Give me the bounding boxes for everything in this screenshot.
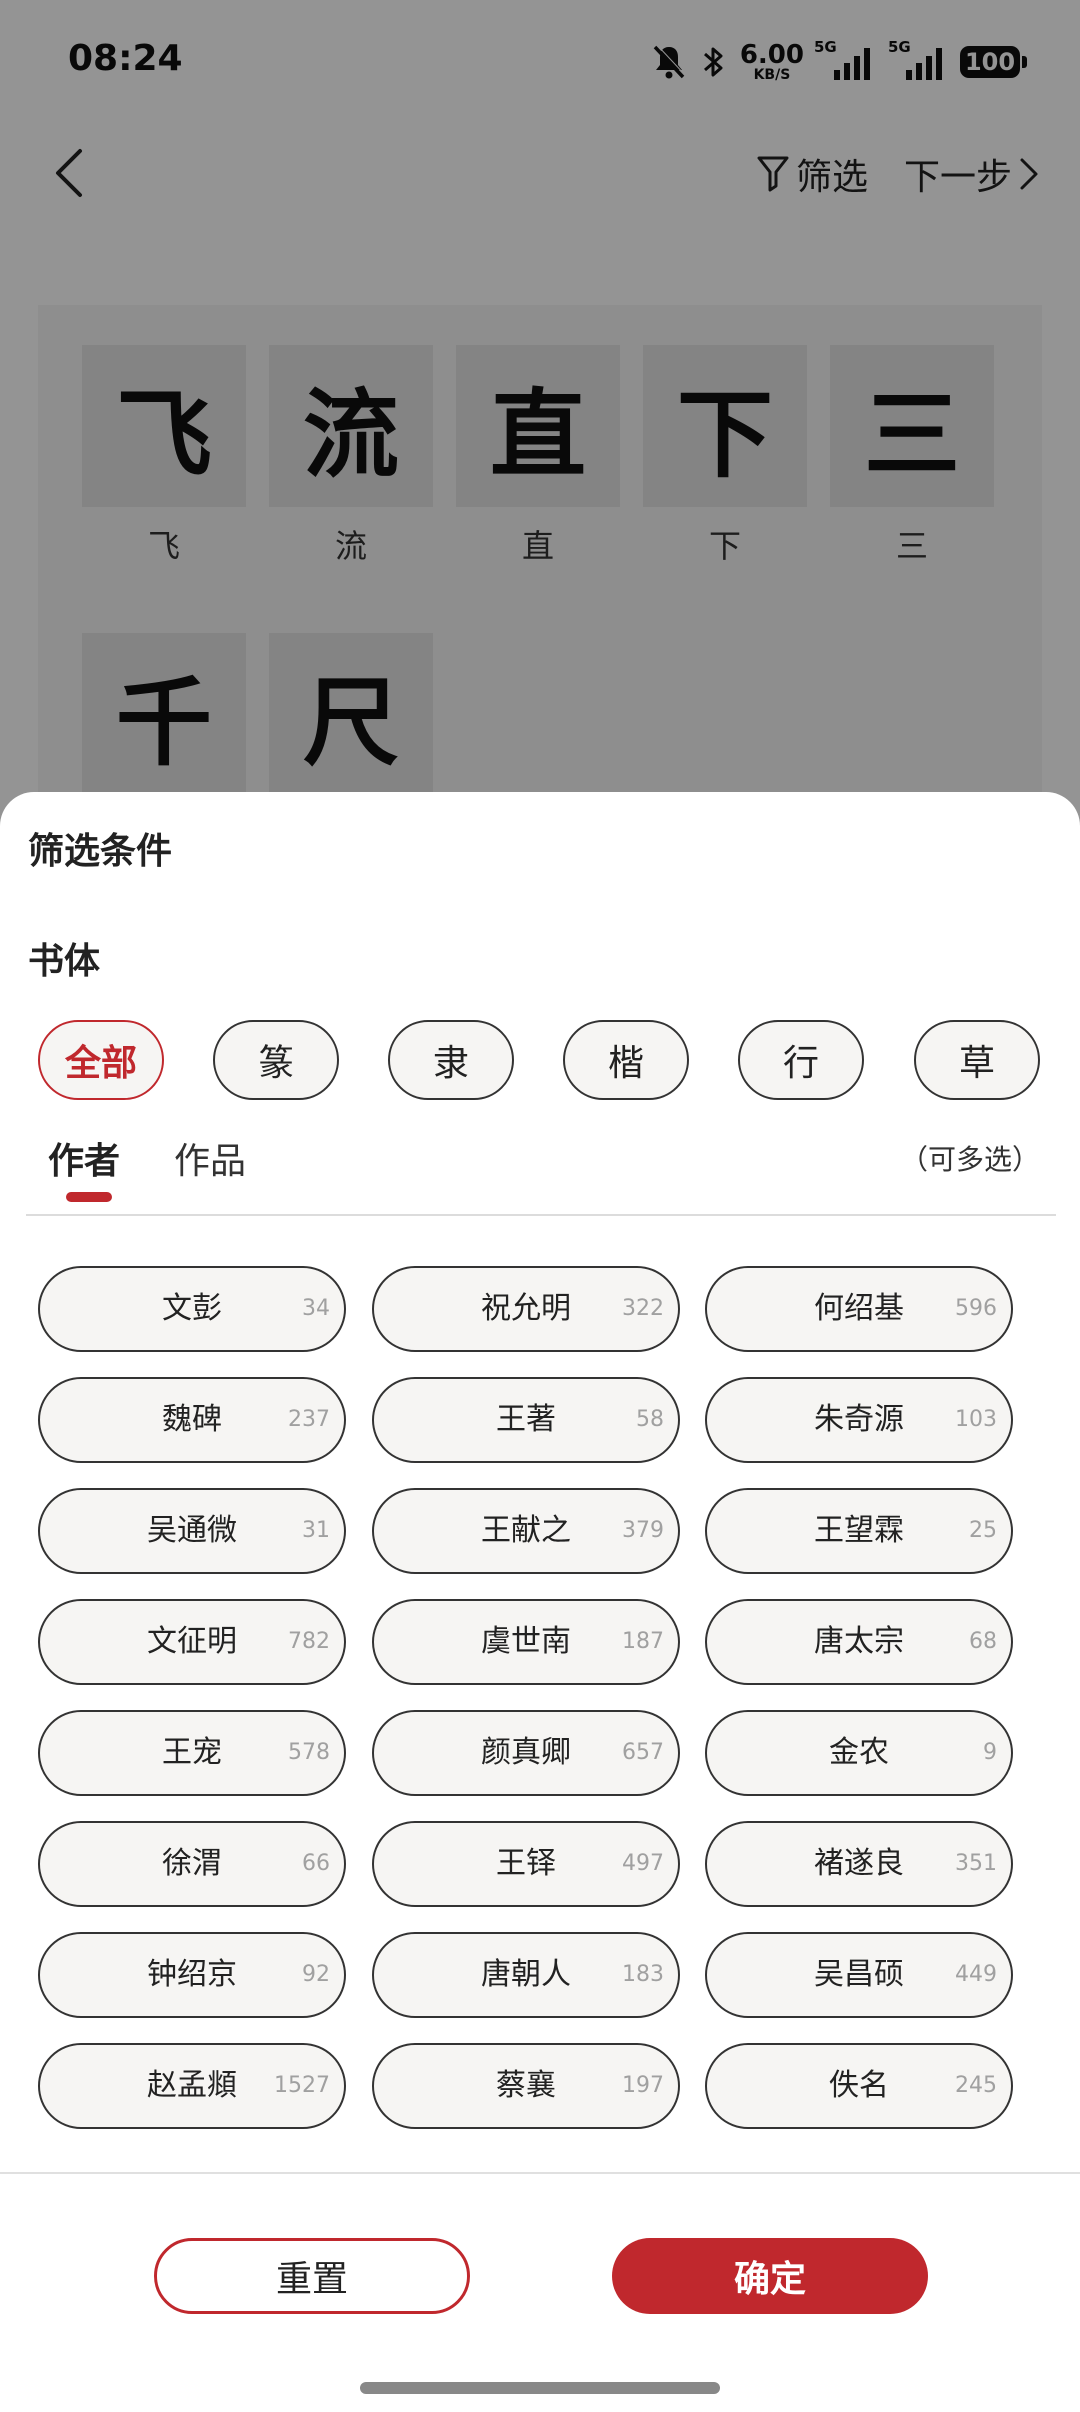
author-chip[interactable]: 文彭 34	[38, 1266, 346, 1352]
author-count: 449	[955, 1962, 997, 1987]
tab-active-indicator	[66, 1192, 112, 1202]
author-chip[interactable]: 王著 58	[372, 1377, 680, 1463]
script-option-all[interactable]: 全部	[38, 1020, 164, 1100]
author-chip[interactable]: 佚名 245	[705, 2043, 1013, 2129]
author-count: 58	[636, 1407, 664, 1432]
author-count: 657	[622, 1740, 664, 1765]
author-chip[interactable]: 赵孟頫 1527	[38, 2043, 346, 2129]
confirm-button[interactable]: 确定	[612, 2238, 928, 2314]
tab-works[interactable]: 作品	[174, 1132, 246, 1184]
script-option-seal[interactable]: 篆	[213, 1020, 339, 1100]
author-chip[interactable]: 唐朝人 183	[372, 1932, 680, 2018]
author-chip[interactable]: 何绍基 596	[705, 1266, 1013, 1352]
author-name: 钟绍京	[147, 1957, 237, 1992]
author-chip[interactable]: 吴通微 31	[38, 1488, 346, 1574]
tab-author[interactable]: 作者	[48, 1132, 120, 1184]
script-option-cursive[interactable]: 草	[914, 1020, 1040, 1100]
author-count: 578	[288, 1740, 330, 1765]
author-count: 34	[302, 1296, 330, 1321]
author-chip[interactable]: 虞世南 187	[372, 1599, 680, 1685]
author-chip[interactable]: 朱奇源 103	[705, 1377, 1013, 1463]
author-count: 1527	[274, 2073, 330, 2098]
author-count: 497	[622, 1851, 664, 1876]
script-option-running[interactable]: 行	[738, 1020, 864, 1100]
author-count: 322	[622, 1296, 664, 1321]
author-chip[interactable]: 文征明 782	[38, 1599, 346, 1685]
author-name: 唐太宗	[814, 1624, 904, 1659]
script-filter-row: 全部 篆 隶 楷 行 草	[38, 1020, 1044, 1104]
author-count: 379	[622, 1518, 664, 1543]
author-count: 9	[983, 1740, 997, 1765]
author-count: 68	[969, 1629, 997, 1654]
author-chip[interactable]: 王宠 578	[38, 1710, 346, 1796]
author-chip[interactable]: 王献之 379	[372, 1488, 680, 1574]
script-section-title: 书体	[28, 941, 101, 982]
author-count: 237	[288, 1407, 330, 1432]
author-chip[interactable]: 褚遂良 351	[705, 1821, 1013, 1907]
author-name: 王著	[496, 1402, 556, 1437]
author-count: 31	[302, 1518, 330, 1543]
author-name: 文彭	[162, 1291, 222, 1326]
author-count: 197	[622, 2073, 664, 2098]
author-chip[interactable]: 王望霖 25	[705, 1488, 1013, 1574]
author-chip[interactable]: 唐太宗 68	[705, 1599, 1013, 1685]
author-count: 66	[302, 1851, 330, 1876]
author-chip[interactable]: 吴昌硕 449	[705, 1932, 1013, 2018]
author-count: 596	[955, 1296, 997, 1321]
filter-tabs: 作者 作品 （可多选）	[26, 1132, 1056, 1216]
author-name: 吴通微	[147, 1513, 237, 1548]
author-count: 103	[955, 1407, 997, 1432]
author-chip[interactable]: 王铎 497	[372, 1821, 680, 1907]
filter-sheet: 筛选条件 书体 全部 篆 隶 楷 行 草 作者 作品 （可多选） 文彭 34 祝允…	[0, 792, 1080, 2412]
author-count: 187	[622, 1629, 664, 1654]
author-chip[interactable]: 徐渭 66	[38, 1821, 346, 1907]
home-indicator[interactable]	[360, 2382, 720, 2394]
author-count: 183	[622, 1962, 664, 1987]
author-name: 王望霖	[814, 1513, 904, 1548]
author-count: 782	[288, 1629, 330, 1654]
author-chip[interactable]: 蔡襄 197	[372, 2043, 680, 2129]
author-count: 92	[302, 1962, 330, 1987]
footer-divider	[0, 2172, 1080, 2174]
author-chip[interactable]: 钟绍京 92	[38, 1932, 346, 2018]
author-chip[interactable]: 颜真卿 657	[372, 1710, 680, 1796]
author-chip[interactable]: 金农 9	[705, 1710, 1013, 1796]
script-option-regular[interactable]: 楷	[563, 1020, 689, 1100]
author-count: 245	[955, 2073, 997, 2098]
reset-button[interactable]: 重置	[154, 2238, 470, 2314]
author-chip[interactable]: 祝允明 322	[372, 1266, 680, 1352]
author-name: 徐渭	[162, 1846, 222, 1881]
author-count: 351	[955, 1851, 997, 1876]
multi-select-hint: （可多选）	[899, 1143, 1040, 1176]
sheet-title: 筛选条件	[28, 831, 173, 872]
author-chip[interactable]: 魏碑 237	[38, 1377, 346, 1463]
author-name: 金农	[829, 1735, 889, 1770]
author-count: 25	[969, 1518, 997, 1543]
script-option-clerical[interactable]: 隶	[388, 1020, 514, 1100]
